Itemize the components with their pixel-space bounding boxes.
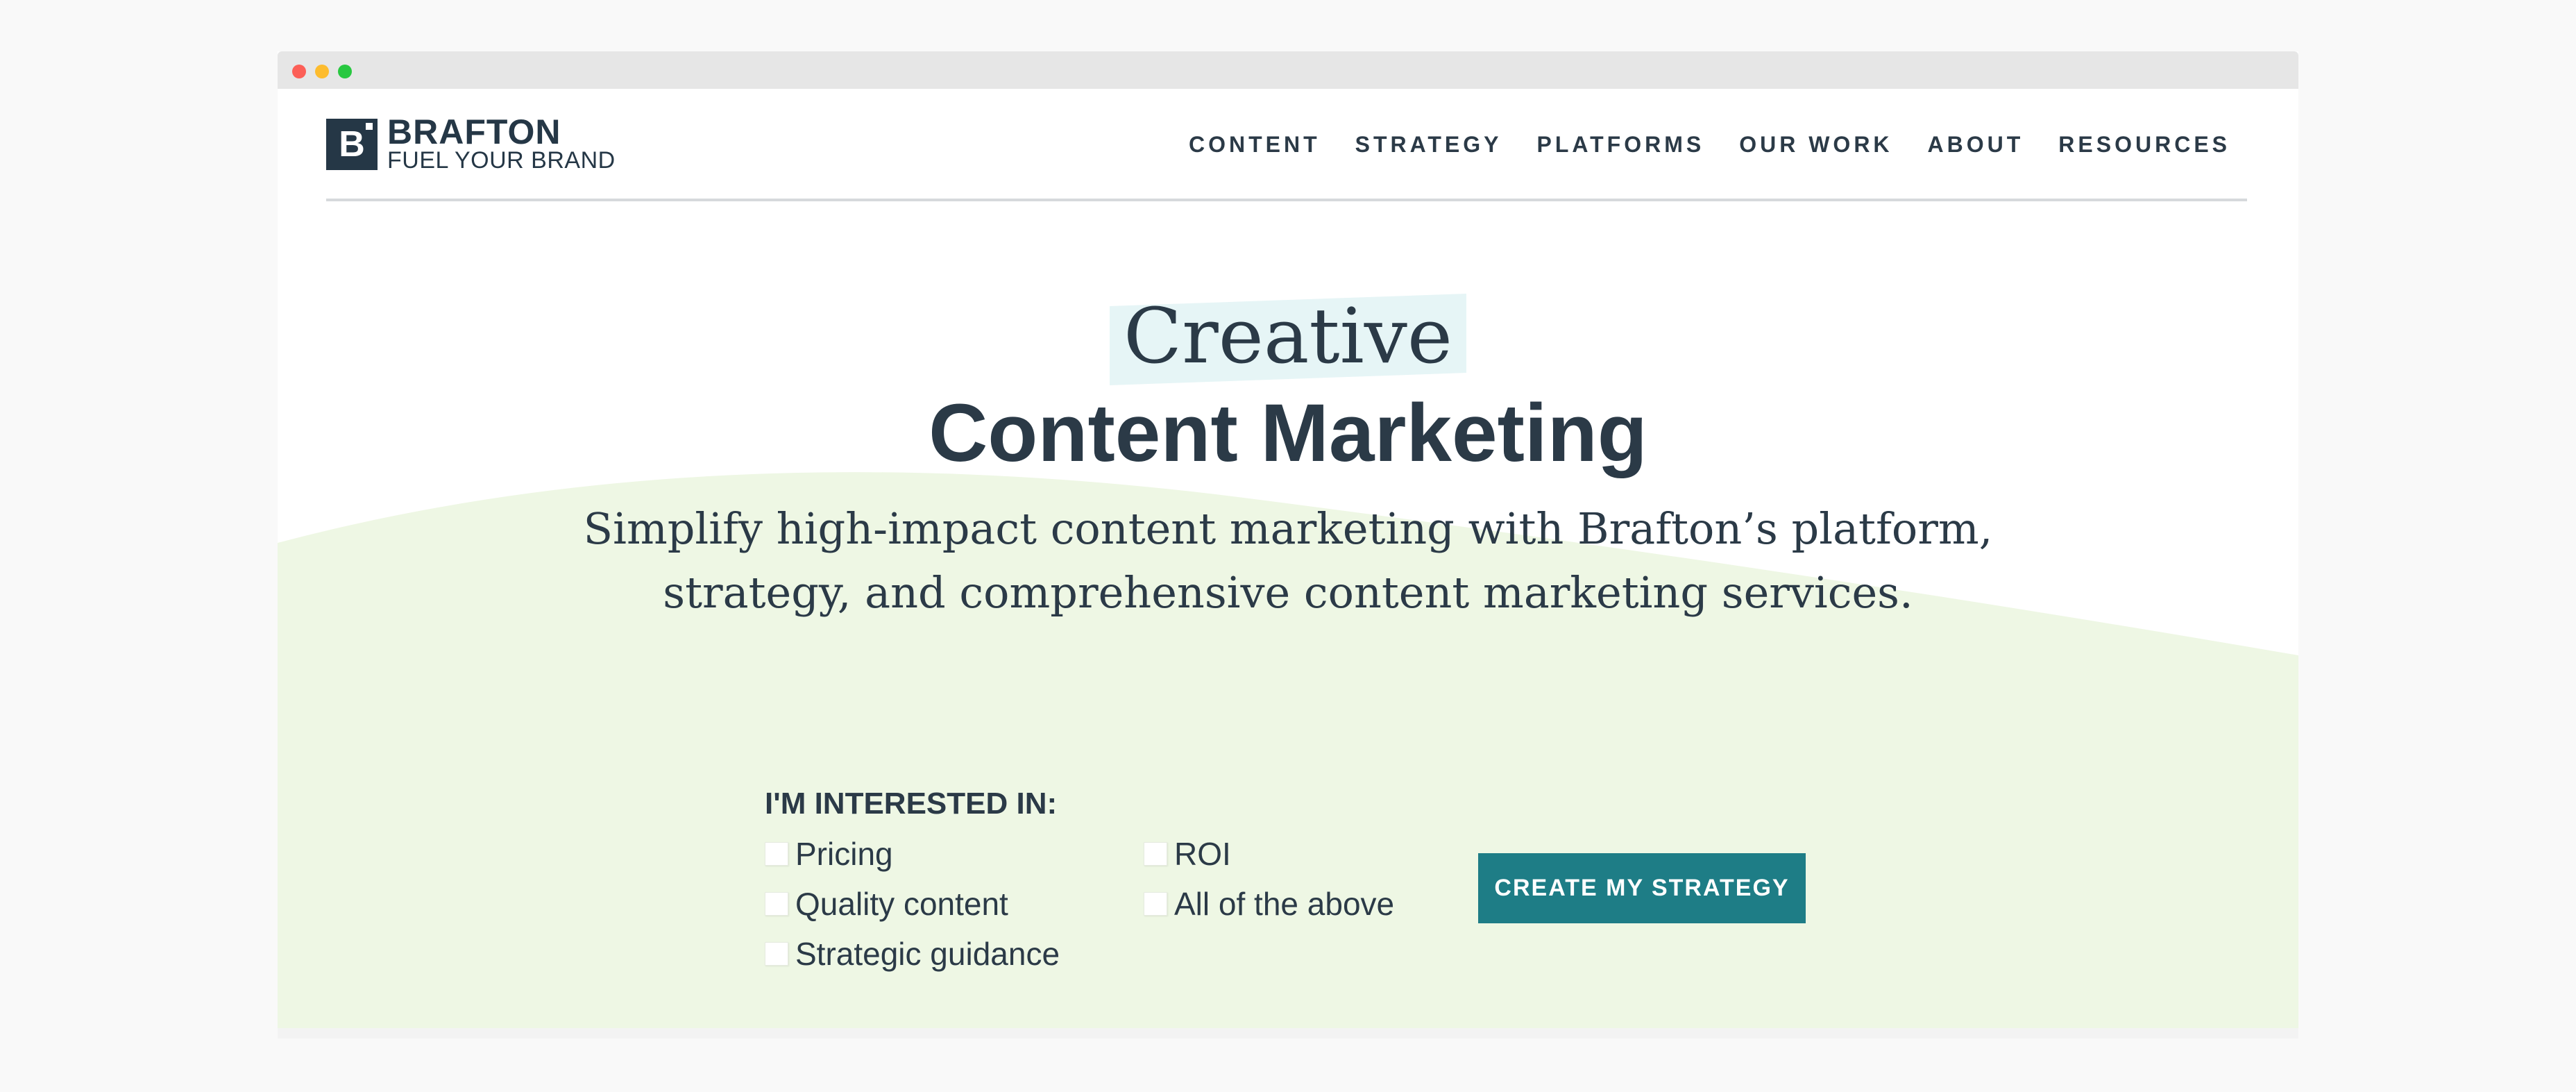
- window-titlebar: [278, 51, 2298, 89]
- create-strategy-button[interactable]: CREATE MY STRATEGY: [1478, 853, 1806, 923]
- option-pricing[interactable]: Pricing: [765, 833, 893, 875]
- browser-window: B BRAFTON FUEL YOUR BRAND CONTENT STRATE…: [278, 51, 2298, 1039]
- nav-item-strategy[interactable]: STRATEGY: [1355, 128, 1502, 161]
- checkbox[interactable]: [765, 842, 788, 866]
- option-strategic-guidance[interactable]: Strategic guidance: [765, 933, 1060, 975]
- logo-tick: [366, 123, 373, 130]
- checkbox[interactable]: [1144, 892, 1167, 916]
- option-label: Quality content: [795, 886, 1008, 922]
- brand-tagline: FUEL YOUR BRAND: [387, 147, 616, 174]
- hero-title-line1: Creative: [278, 287, 2298, 385]
- logo-letter: B: [339, 124, 365, 165]
- nav-item-resources[interactable]: RESOURCES: [2058, 128, 2230, 161]
- form-label: I'M INTERESTED IN:: [765, 787, 1058, 821]
- maximize-window-button[interactable]: [338, 65, 352, 78]
- logo-mark-icon: B: [326, 119, 378, 170]
- hero-title-line2: Content Marketing: [929, 387, 1647, 479]
- checkbox[interactable]: [765, 942, 788, 966]
- close-window-button[interactable]: [292, 65, 306, 78]
- logo-text: BRAFTON FUEL YOUR BRAND: [387, 112, 616, 174]
- checkbox[interactable]: [1144, 842, 1167, 866]
- brand-name: BRAFTON: [387, 112, 561, 151]
- minimize-window-button[interactable]: [315, 65, 329, 78]
- nav-item-about[interactable]: ABOUT: [1928, 128, 2024, 161]
- option-label: Pricing: [795, 836, 893, 872]
- option-roi[interactable]: ROI: [1144, 833, 1231, 875]
- main-nav: CONTENT STRATEGY PLATFORMS OUR WORK ABOU…: [1189, 128, 2230, 161]
- nav-item-platforms[interactable]: PLATFORMS: [1537, 128, 1705, 161]
- option-label: ROI: [1174, 836, 1231, 872]
- site-header: B BRAFTON FUEL YOUR BRAND CONTENT STRATE…: [326, 89, 2247, 201]
- nav-item-content[interactable]: CONTENT: [1189, 128, 1321, 161]
- nav-item-our-work[interactable]: OUR WORK: [1739, 128, 1892, 161]
- page-bottom-edge: [278, 1028, 2298, 1039]
- option-label: Strategic guidance: [795, 936, 1060, 972]
- checkbox[interactable]: [765, 892, 788, 916]
- option-all-of-the-above[interactable]: All of the above: [1144, 883, 1394, 925]
- option-quality-content[interactable]: Quality content: [765, 883, 1008, 925]
- option-label: All of the above: [1174, 886, 1395, 922]
- hero-subtitle: Simplify high-impact content marketing w…: [583, 503, 1993, 618]
- hero-title-creative: Creative: [1123, 292, 1453, 380]
- title-highlight-wrap: Creative: [1109, 287, 1467, 385]
- brand-logo[interactable]: B BRAFTON FUEL YOUR BRAND: [326, 112, 616, 174]
